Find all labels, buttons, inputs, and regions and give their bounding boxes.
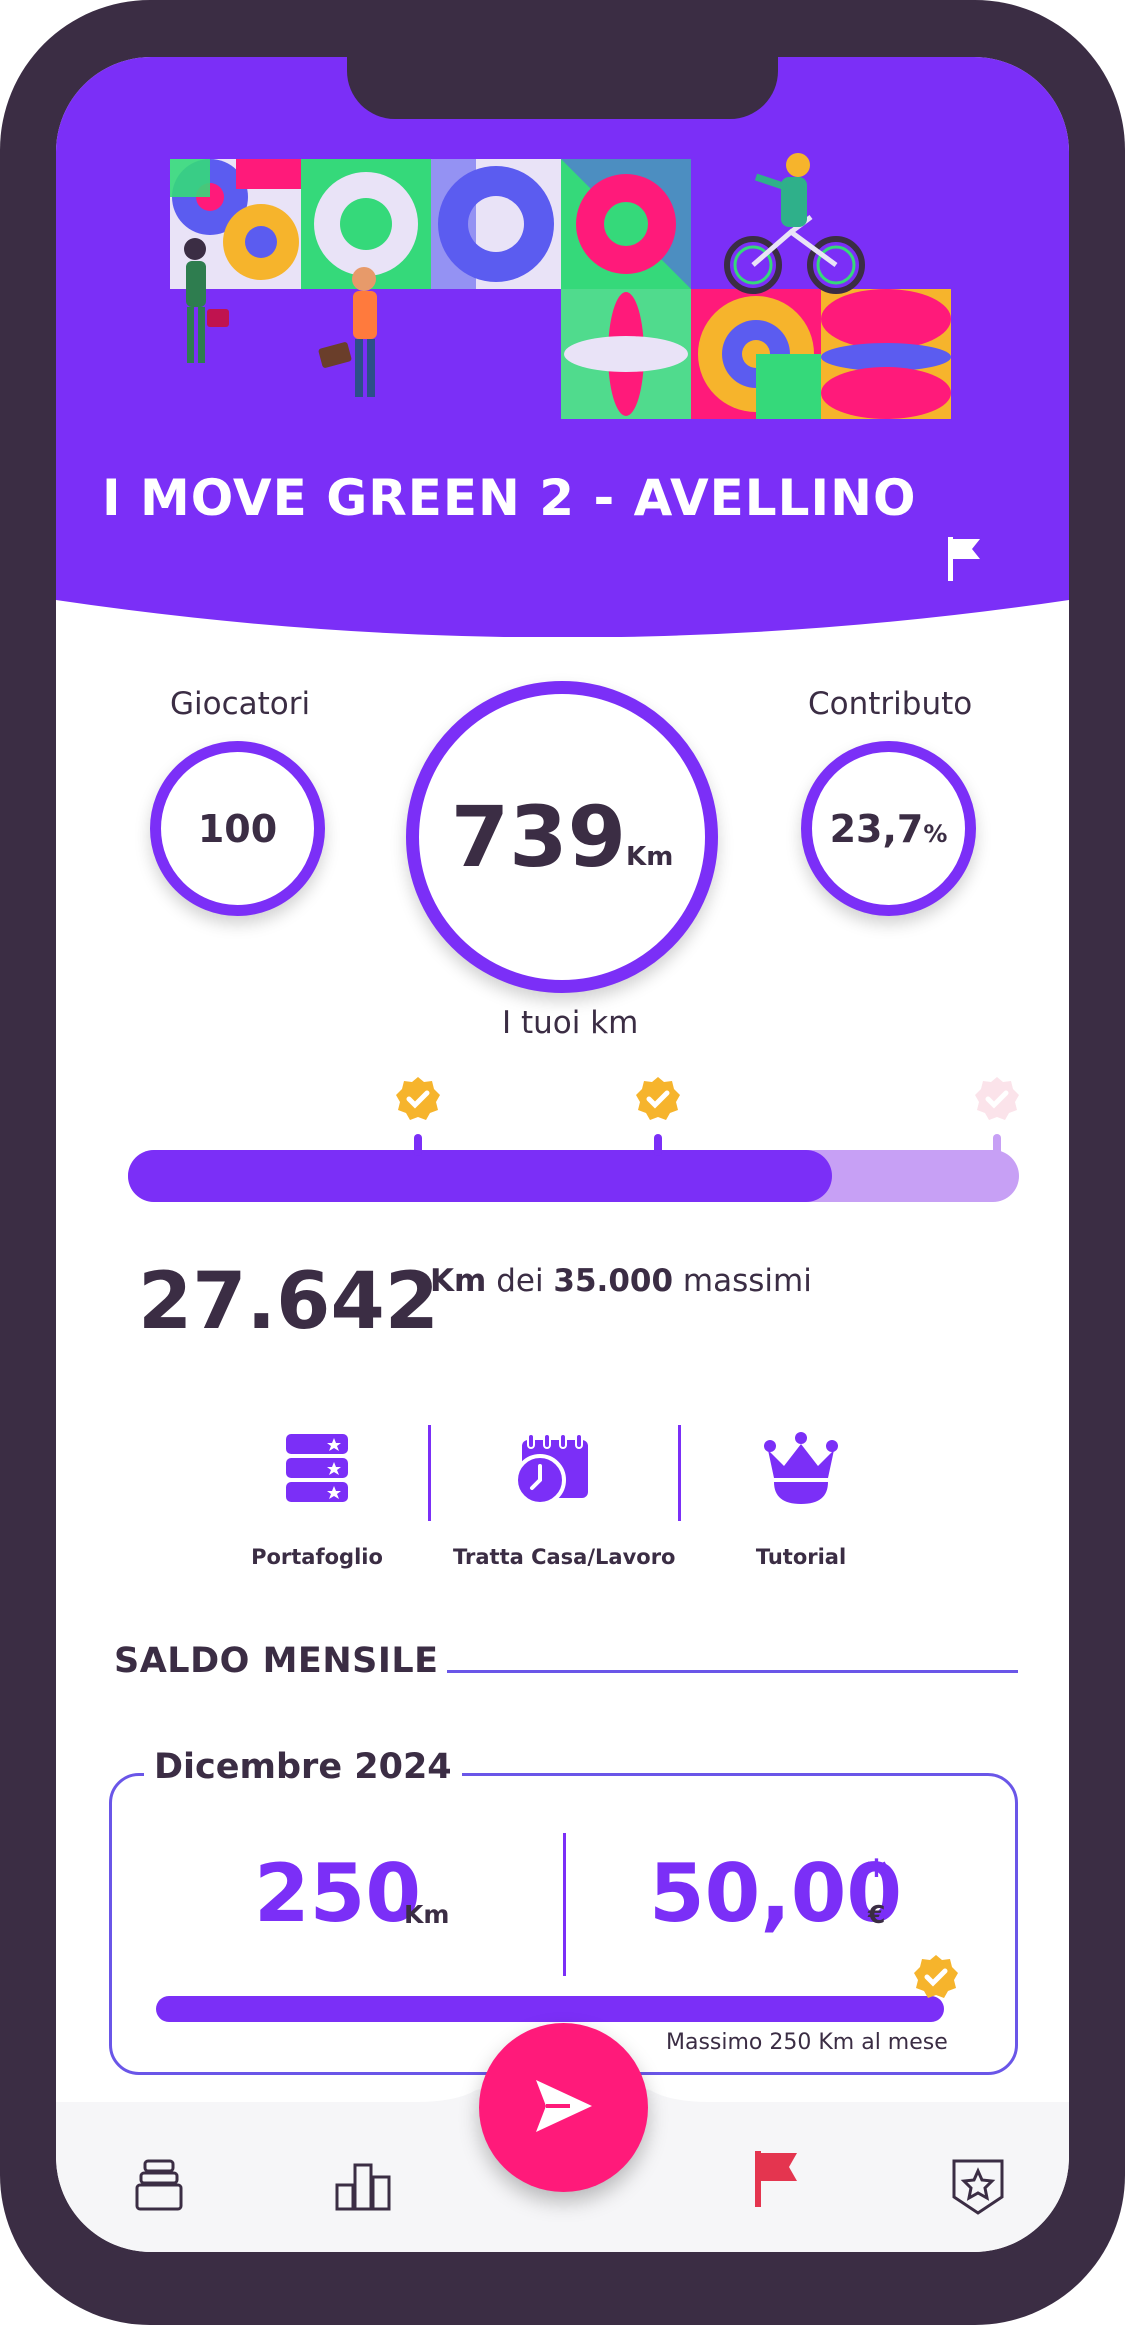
monthly-max-note: Massimo 250 Km al mese — [666, 2030, 948, 2055]
flag-icon[interactable] — [946, 535, 982, 587]
wallet-stack-icon — [284, 1434, 350, 1508]
players-value: 100 — [197, 806, 278, 851]
total-km-value: 27.642 — [138, 1257, 439, 1347]
total-unit: Km — [430, 1263, 487, 1299]
monthly-km-unit: Km — [404, 1900, 450, 1929]
contribution-label: Contributo — [808, 686, 973, 722]
wallet-action[interactable] — [217, 1432, 417, 1508]
monthly-money-value: 50,00 — [649, 1847, 903, 1940]
wallet-icon[interactable] — [135, 2157, 183, 2217]
milestone-check-icon — [973, 1075, 1021, 1127]
km-value: 739 — [450, 788, 627, 886]
contribution-unit: % — [923, 819, 948, 848]
tutorial-action[interactable] — [701, 1432, 901, 1510]
calendar-clock-icon — [514, 1433, 592, 1510]
screen: I MOVE GREEN 2 - AVELLINO Giocatori 100 … — [56, 57, 1069, 2252]
commute-action-label: Tratta Casa/Lavoro — [453, 1545, 676, 1569]
milestone-check-icon — [394, 1075, 442, 1127]
crown-icon — [762, 1432, 840, 1510]
monthly-progress-bar — [156, 1996, 944, 2022]
total-max-label: massimi — [682, 1263, 812, 1299]
milestone-marker — [993, 1134, 1001, 1156]
milestone-marker — [414, 1134, 422, 1156]
total-of: dei — [496, 1263, 544, 1299]
leaderboard-icon[interactable] — [335, 2157, 391, 2217]
milestone-marker — [654, 1134, 662, 1156]
progress-fill — [128, 1150, 832, 1202]
monthly-money-footnote: * — [866, 1852, 887, 1898]
monthly-km-value: 250 — [254, 1847, 421, 1940]
milestone-check-icon — [634, 1075, 682, 1127]
players-label: Giocatori — [170, 686, 311, 722]
contribution-circle: 23,7 % — [801, 741, 976, 916]
monthly-check-icon — [912, 1953, 960, 2005]
km-unit: Km — [626, 842, 674, 872]
challenge-header: I MOVE GREEN 2 - AVELLINO — [56, 57, 1069, 637]
km-label: I tuoi km — [502, 1005, 639, 1041]
monthly-money-unit: € — [868, 1900, 886, 1929]
send-icon — [534, 2078, 594, 2138]
action-divider — [428, 1425, 431, 1521]
commute-action[interactable] — [453, 1432, 653, 1510]
tutorial-action-label: Tutorial — [755, 1545, 847, 1569]
send-button[interactable] — [479, 2023, 648, 2192]
section-divider — [447, 1670, 1018, 1673]
header-illustration — [56, 57, 1069, 637]
device-notch — [347, 57, 778, 119]
players-circle: 100 — [150, 741, 325, 916]
wallet-action-label: Portafoglio — [251, 1545, 383, 1569]
flag-tab-icon[interactable] — [753, 2149, 801, 2213]
monthly-divider — [563, 1833, 566, 1976]
action-divider — [678, 1425, 681, 1521]
section-title: SALDO MENSILE — [114, 1641, 439, 1681]
contribution-value: 23,7 — [829, 806, 924, 851]
total-max: 35.000 — [553, 1263, 674, 1299]
challenge-title: I MOVE GREEN 2 - AVELLINO — [102, 469, 917, 527]
km-circle: 739 Km — [406, 681, 718, 993]
month-title: Dicembre 2024 — [144, 1747, 462, 1787]
total-km-description: Km dei 35.000 massimi — [430, 1263, 812, 1299]
badge-star-icon[interactable] — [950, 2157, 1006, 2221]
